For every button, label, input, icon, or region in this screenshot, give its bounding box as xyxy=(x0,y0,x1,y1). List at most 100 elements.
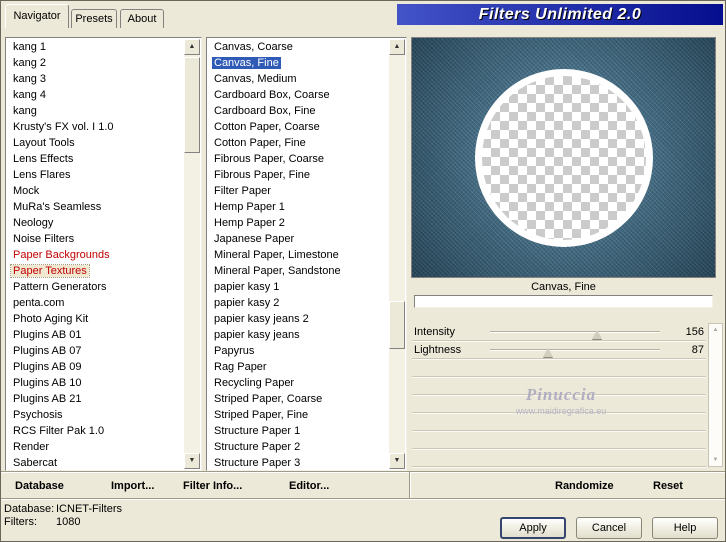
cancel-button[interactable]: Cancel xyxy=(576,517,642,539)
apply-button[interactable]: Apply xyxy=(500,517,566,539)
scroll-up-icon[interactable]: ▲ xyxy=(709,325,722,335)
tab-presets[interactable]: Presets xyxy=(71,9,117,28)
filter-item-label: Cotton Paper, Coarse xyxy=(214,121,320,133)
filter-item[interactable]: Japanese Paper xyxy=(208,231,389,247)
scroll-up-icon[interactable]: ▲ xyxy=(184,39,200,55)
filter-item[interactable]: Cotton Paper, Fine xyxy=(208,135,389,151)
category-item-label: kang 1 xyxy=(13,41,47,53)
toolbar-divider-vertical xyxy=(409,472,410,498)
filter-item[interactable]: papier kasy jeans xyxy=(208,327,389,343)
filter-item[interactable]: Hemp Paper 2 xyxy=(208,215,389,231)
filter-item[interactable]: Filter Paper xyxy=(208,183,389,199)
category-item[interactable]: Sabercat xyxy=(7,455,184,469)
category-item[interactable]: Plugins AB 21 xyxy=(7,391,184,407)
filter-item[interactable]: Structure Paper 1 xyxy=(208,423,389,439)
scrollbar-thumb[interactable] xyxy=(389,301,405,349)
category-item[interactable]: MuRa's Seamless xyxy=(7,199,184,215)
category-item[interactable]: Neology xyxy=(7,215,184,231)
parameter-slider[interactable] xyxy=(486,323,668,341)
transparency-checkerboard xyxy=(481,75,646,240)
category-item[interactable]: Psychosis xyxy=(7,407,184,423)
scroll-down-icon[interactable]: ▼ xyxy=(389,453,405,469)
filter-item[interactable]: Fibrous Paper, Fine xyxy=(208,167,389,183)
category-scrollbar[interactable]: ▲ ▼ xyxy=(184,39,200,469)
category-item[interactable]: Pattern Generators xyxy=(7,279,184,295)
category-item-label: kang 2 xyxy=(13,57,47,69)
tab-about[interactable]: About xyxy=(120,9,164,28)
category-item-label: MuRa's Seamless xyxy=(13,201,102,213)
category-item[interactable]: Mock xyxy=(7,183,184,199)
filter-item[interactable]: Structure Paper 3 xyxy=(208,455,389,469)
scrollbar-thumb[interactable] xyxy=(184,57,200,153)
filter-info-button[interactable]: Filter Info... xyxy=(177,475,248,497)
editor-button[interactable]: Editor... xyxy=(283,475,335,497)
filter-item-label: papier kasy 1 xyxy=(214,281,280,293)
filter-item-label: Cardboard Box, Coarse xyxy=(214,89,330,101)
filter-item[interactable]: papier kasy 2 xyxy=(208,295,389,311)
preview-progress-bar xyxy=(414,295,713,308)
category-item[interactable]: kang 2 xyxy=(7,55,184,71)
category-item[interactable]: Lens Effects xyxy=(7,151,184,167)
filter-item[interactable]: Rag Paper xyxy=(208,359,389,375)
filter-preview-image xyxy=(411,37,716,278)
category-item-label: Plugins AB 21 xyxy=(13,393,82,405)
slider-thumb-icon[interactable] xyxy=(543,347,554,357)
category-item[interactable]: Noise Filters xyxy=(7,231,184,247)
category-item[interactable]: Layout Tools xyxy=(7,135,184,151)
filter-item[interactable]: Structure Paper 2 xyxy=(208,439,389,455)
parameter-slider[interactable] xyxy=(486,341,668,359)
filter-item[interactable]: Mineral Paper, Sandstone xyxy=(208,263,389,279)
category-item[interactable]: Plugins AB 07 xyxy=(7,343,184,359)
slider-thumb-icon[interactable] xyxy=(592,329,603,339)
category-item[interactable]: Photo Aging Kit xyxy=(7,311,184,327)
import-button[interactable]: Import... xyxy=(105,475,160,497)
filter-item[interactable]: papier kasy jeans 2 xyxy=(208,311,389,327)
filter-item[interactable]: Papyrus xyxy=(208,343,389,359)
filter-item[interactable]: Striped Paper, Fine xyxy=(208,407,389,423)
scroll-down-icon[interactable]: ▼ xyxy=(184,453,200,469)
category-item[interactable]: Paper Textures xyxy=(7,263,184,279)
category-item[interactable]: Krusty's FX vol. I 1.0 xyxy=(7,119,184,135)
category-item[interactable]: Plugins AB 10 xyxy=(7,375,184,391)
randomize-button[interactable]: Randomize xyxy=(549,475,620,497)
filter-item[interactable]: Striped Paper, Coarse xyxy=(208,391,389,407)
help-button[interactable]: Help xyxy=(652,517,718,539)
filter-item-label: Papyrus xyxy=(214,345,255,357)
filter-item[interactable]: Canvas, Fine xyxy=(208,55,389,71)
filter-scrollbar[interactable]: ▲ ▼ xyxy=(389,39,405,469)
filter-item[interactable]: Cardboard Box, Coarse xyxy=(208,87,389,103)
filter-item[interactable]: Canvas, Coarse xyxy=(208,39,389,55)
reset-button[interactable]: Reset xyxy=(647,475,689,497)
filter-item[interactable]: Recycling Paper xyxy=(208,375,389,391)
scroll-down-icon[interactable]: ▼ xyxy=(709,455,722,465)
filter-item[interactable]: Canvas, Medium xyxy=(208,71,389,87)
category-item[interactable]: Render xyxy=(7,439,184,455)
category-item[interactable]: RCS Filter Pak 1.0 xyxy=(7,423,184,439)
category-item[interactable]: kang 3 xyxy=(7,71,184,87)
category-item[interactable]: kang xyxy=(7,103,184,119)
category-item[interactable]: penta.com xyxy=(7,295,184,311)
preview-caption: Canvas, Fine xyxy=(531,281,596,293)
category-item[interactable]: Lens Flares xyxy=(7,167,184,183)
category-item-label: RCS Filter Pak 1.0 xyxy=(13,425,105,437)
category-item[interactable]: Plugins AB 09 xyxy=(7,359,184,375)
page-title: Filters Unlimited 2.0 xyxy=(397,4,723,25)
filter-items: Canvas, Coarse Canvas, Fine Canvas, Medi… xyxy=(208,39,389,469)
category-item[interactable]: kang 1 xyxy=(7,39,184,55)
filter-item[interactable]: Cotton Paper, Coarse xyxy=(208,119,389,135)
database-button[interactable]: Database xyxy=(9,475,70,497)
filter-item[interactable]: Fibrous Paper, Coarse xyxy=(208,151,389,167)
scroll-up-icon[interactable]: ▲ xyxy=(389,39,405,55)
filter-item[interactable]: Hemp Paper 1 xyxy=(208,199,389,215)
parameter-label: Lightness xyxy=(414,343,462,356)
category-item[interactable]: Paper Backgrounds xyxy=(7,247,184,263)
filter-item[interactable]: Mineral Paper, Limestone xyxy=(208,247,389,263)
parameter-scrollbar[interactable]: ▲ ▼ xyxy=(708,323,723,467)
category-item[interactable]: Plugins AB 01 xyxy=(7,327,184,343)
category-item[interactable]: kang 4 xyxy=(7,87,184,103)
category-item-label: penta.com xyxy=(13,297,65,309)
category-item-label: Lens Effects xyxy=(13,153,74,165)
filter-item[interactable]: papier kasy 1 xyxy=(208,279,389,295)
tab-navigator[interactable]: Navigator xyxy=(5,4,69,28)
filter-item[interactable]: Cardboard Box, Fine xyxy=(208,103,389,119)
